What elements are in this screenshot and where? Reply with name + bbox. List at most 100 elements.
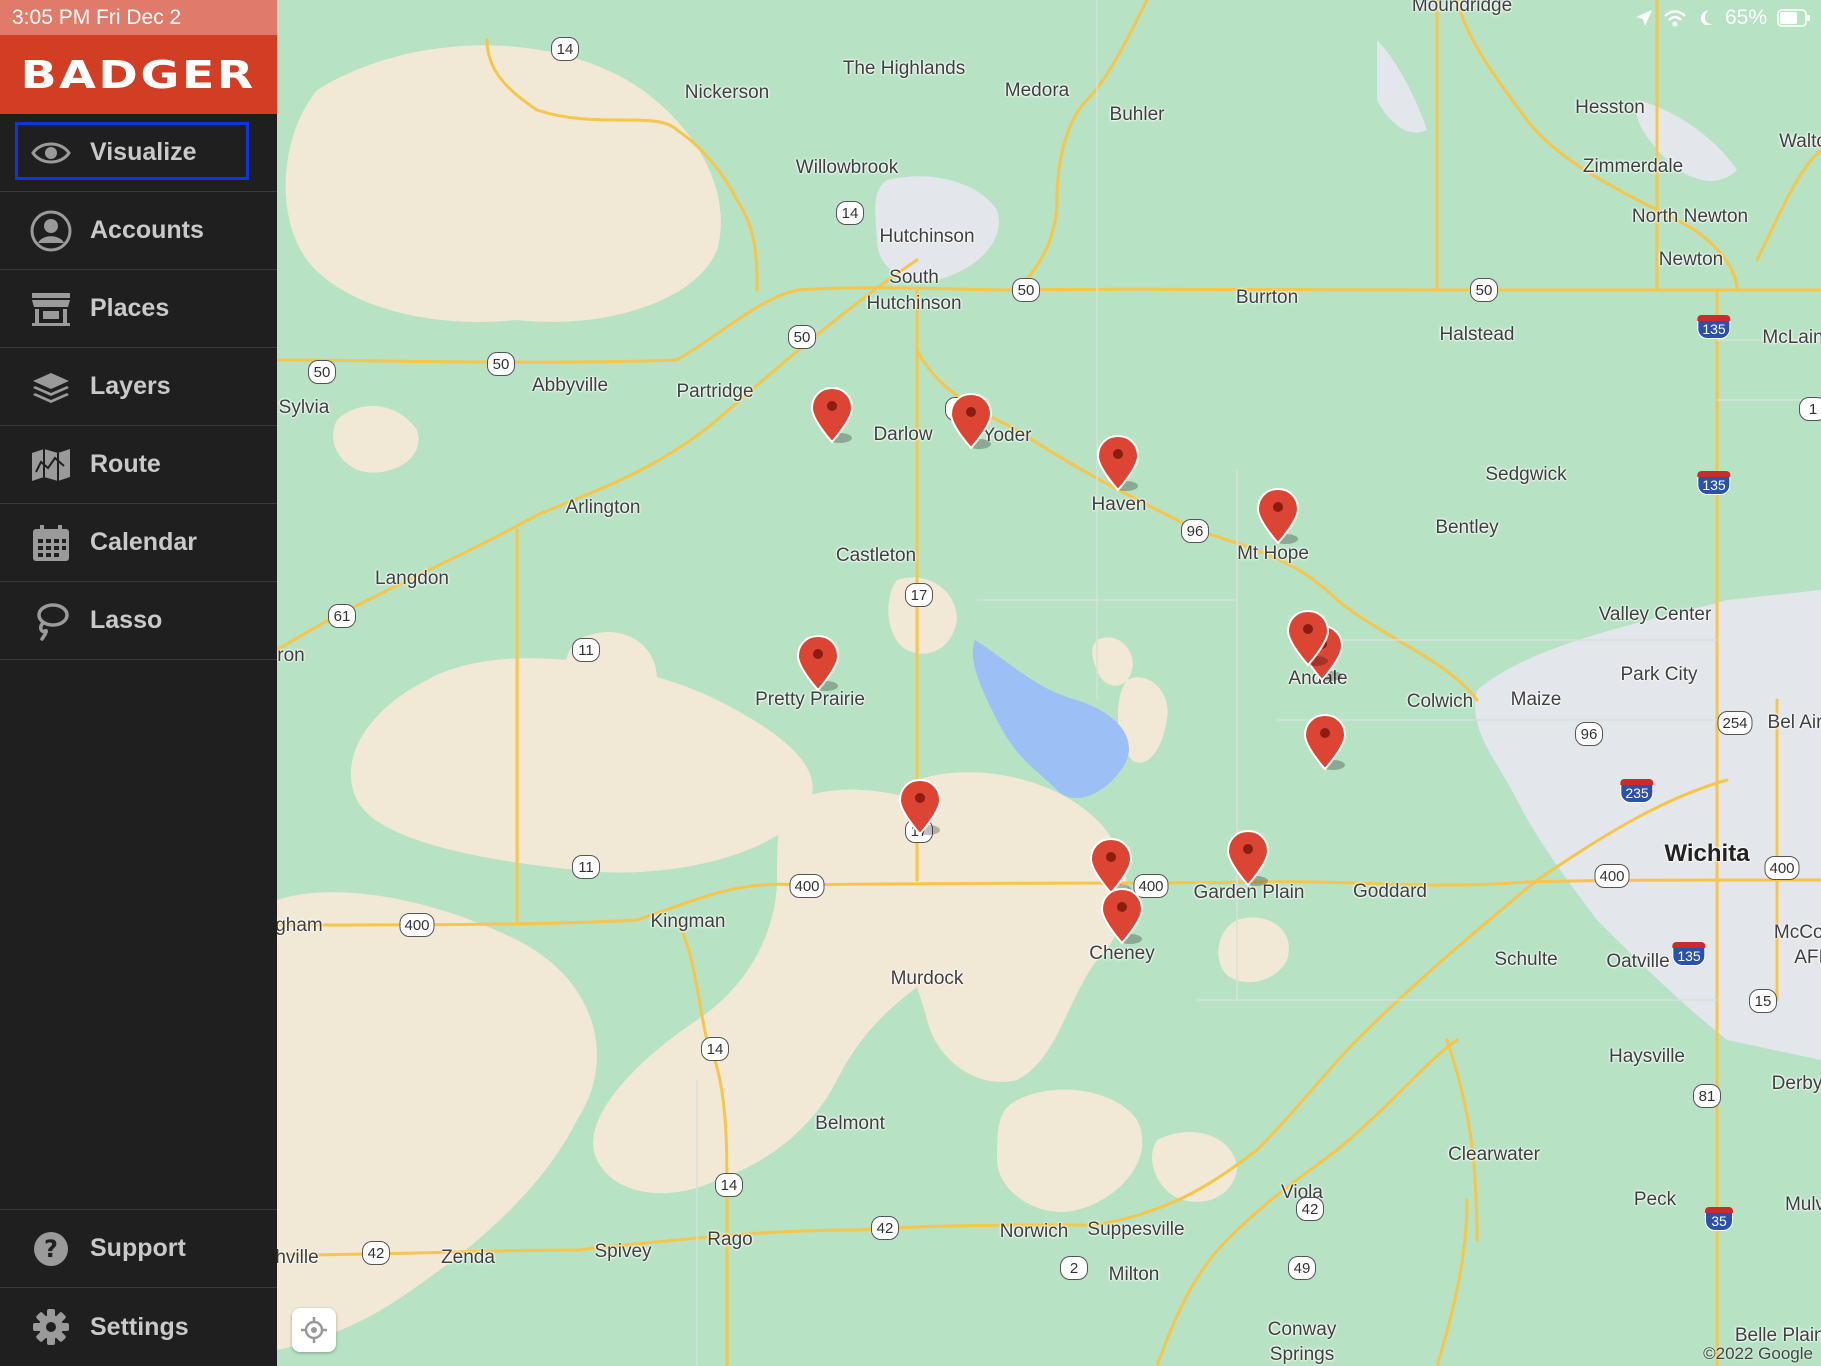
nav-item-settings[interactable]: Settings (0, 1288, 277, 1366)
town-label: AFI (1794, 947, 1821, 968)
town-label: Schulte (1494, 949, 1558, 970)
town-label: Pretty Prairie (755, 689, 865, 710)
nav-label-lasso: Lasso (90, 606, 163, 634)
highway-shield: 14 (836, 201, 864, 225)
town-label: Cheney (1089, 943, 1155, 964)
town-label: Burrton (1235, 287, 1299, 308)
map-pin[interactable] (1256, 487, 1300, 545)
highway-shield: 1 (1799, 397, 1821, 421)
battery-percent: 65% (1724, 5, 1767, 29)
interstate-shield: 235 (1620, 779, 1655, 803)
brand-name: BADGER (20, 52, 257, 97)
town-label: Milton (1108, 1264, 1160, 1285)
nav-item-support[interactable]: ? Support (0, 1210, 277, 1288)
town-label: Park City (1620, 664, 1698, 685)
nav-item-places[interactable]: Places (0, 270, 277, 348)
highway-shield: 50 (1012, 278, 1040, 302)
nav-item-layers[interactable]: Layers (0, 348, 277, 426)
highway-shield: 254 (1717, 711, 1753, 735)
map-terrain (277, 0, 1821, 1366)
town-label: Derby (1771, 1073, 1821, 1094)
highway-shield: 50 (788, 325, 816, 349)
nav-item-lasso[interactable]: Lasso (0, 582, 277, 660)
town-label: hville (277, 1247, 319, 1268)
town-label: Haven (1091, 494, 1147, 515)
highway-shield: 400 (789, 874, 825, 898)
town-label: Walto (1779, 131, 1821, 152)
highway-shield: 50 (308, 360, 336, 384)
svg-text:?: ? (44, 1235, 58, 1263)
map-pin[interactable] (1226, 829, 1270, 887)
town-label: Newton (1658, 249, 1724, 270)
town-label: Zimmerdale (1582, 156, 1684, 177)
town-label: Mt Hope (1237, 543, 1309, 564)
selection-outline (15, 122, 249, 180)
nav-label-calendar: Calendar (90, 528, 197, 556)
lasso-icon (26, 599, 76, 643)
person-circle-icon (26, 209, 76, 253)
map-pin[interactable] (1303, 713, 1347, 771)
map-pin[interactable] (949, 392, 993, 450)
highway-shield: 11 (572, 638, 600, 662)
storefront-icon (26, 287, 76, 331)
town-label: Conway (1267, 1319, 1337, 1340)
nav-item-route[interactable]: Route (0, 426, 277, 504)
highway-shield: 42 (1296, 1197, 1324, 1221)
status-time: 3:05 PM Fri Dec 2 (0, 0, 277, 35)
town-label: Rago (707, 1229, 753, 1250)
town-label: Sylvia (278, 397, 330, 418)
town-label: Darlow (873, 424, 933, 445)
interstate-number: 135 (1677, 948, 1701, 964)
town-label: Abbyville (531, 375, 609, 396)
nav-label-route: Route (90, 450, 161, 478)
town-label: Suppesville (1087, 1219, 1185, 1240)
town-label: Mulv (1784, 1194, 1821, 1215)
town-label: Norwich (999, 1221, 1069, 1242)
nav-label-settings: Settings (90, 1312, 189, 1341)
town-label: Nickerson (684, 82, 770, 103)
crosshair-icon (301, 1317, 327, 1343)
nav-label-support: Support (90, 1234, 186, 1262)
map-attribution: ©2022 Google (1703, 1344, 1813, 1363)
map-pin[interactable] (1100, 887, 1144, 945)
highway-shield: 15 (1749, 989, 1777, 1013)
town-label: Peck (1633, 1189, 1677, 1210)
highway-shield: 96 (1181, 519, 1209, 543)
map-pin[interactable] (1096, 434, 1140, 492)
highway-shield: 14 (715, 1173, 743, 1197)
nav-label-accounts: Accounts (90, 216, 204, 244)
town-label: Hesston (1575, 97, 1645, 118)
interstate-shield: 135 (1697, 471, 1732, 495)
map-pin[interactable] (898, 778, 942, 836)
highway-shield: 400 (399, 913, 435, 937)
interstate-number: 35 (1711, 1213, 1727, 1229)
town-label: Clearwater (1448, 1144, 1540, 1165)
town-label: Spivey (594, 1241, 652, 1262)
town-label: Willowbrook (795, 157, 899, 178)
town-label: Langdon (375, 568, 449, 589)
sidebar: 3:05 PM Fri Dec 2 BADGER Visualize Accou… (0, 0, 277, 1366)
town-label: Springs (1269, 1344, 1335, 1365)
nav-item-accounts[interactable]: Accounts (0, 192, 277, 270)
town-label: ron (277, 645, 305, 666)
nav-item-calendar[interactable]: Calendar (0, 504, 277, 582)
location-arrow-icon (1635, 9, 1652, 26)
map-pin[interactable] (1286, 609, 1330, 667)
highway-shield: 400 (1594, 864, 1630, 888)
map-view[interactable]: Moundridge The Highlands Nickerson Medor… (277, 0, 1821, 1366)
map-pin[interactable] (810, 386, 854, 444)
map-pin[interactable] (796, 634, 840, 692)
town-label: Murdock (890, 968, 964, 989)
town-label: McLain (1762, 327, 1821, 348)
moon-icon (1700, 9, 1712, 25)
locate-button[interactable] (292, 1308, 336, 1352)
nav-label-places: Places (90, 294, 170, 322)
interstate-number: 235 (1625, 785, 1649, 801)
brand-logo: BADGER (0, 35, 277, 114)
town-label: Halstead (1439, 324, 1515, 345)
highway-shield: 49 (1288, 1256, 1316, 1280)
town-label: Valley Center (1598, 604, 1712, 625)
town-label: Sedgwick (1485, 464, 1567, 485)
town-label: Haysville (1608, 1046, 1686, 1067)
highway-shield: 2 (1060, 1256, 1088, 1280)
